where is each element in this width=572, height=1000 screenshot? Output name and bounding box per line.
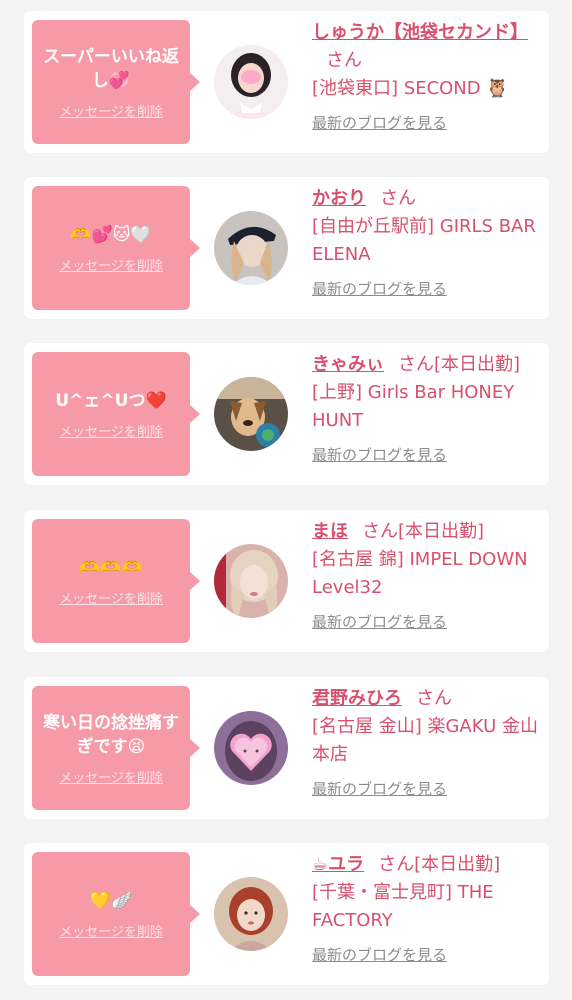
avatar-pink-icon [214,45,288,119]
shop-name: [名古屋 金山] 楽GAKU 金山本店 [312,716,538,765]
message-card: 寒い日の捻挫痛すぎです😫 メッセージを削除 君野みひろ さん [名古屋 金山] 楽… [24,677,549,819]
message-card: スーパーいいね返し💞 メッセージを削除 しゅうか【池袋セカンド】さん [池袋東口… [24,11,549,153]
honorific: さん [362,521,398,542]
latest-blog-link[interactable]: 最新のブログを見る [312,275,447,303]
message-bubble: 🫶🫶🫶 メッセージを削除 [32,519,200,643]
latest-blog-link[interactable]: 最新のブログを見る [312,941,447,969]
avatar-blonde-icon [214,544,288,618]
honorific: さん [398,354,434,375]
avatar-cap-icon [214,211,288,285]
cast-name-link[interactable]: かおり [312,188,366,209]
message-text: 🫶🫶🫶 [79,557,143,578]
honorific: さん [378,854,415,875]
honorific: さん [326,50,362,71]
delete-message-link[interactable]: メッセージを削除 [59,921,163,940]
cast-info: しゅうか【池袋セカンド】さん [池袋東口] SECOND 🦉 最新のブログを見る [312,19,539,137]
cast-info: まほ さん[本日出勤] [名古屋 錦] IMPEL DOWN Level32 最新… [312,518,539,636]
message-card: 💛🪽 メッセージを削除 ☕ユラ さん[本日出勤] [千葉・富士見町] THE FA… [24,843,549,985]
message-text: U^ェ^Uつ❤️ [55,390,167,411]
shop-name: [千葉・富士見町] THE FACTORY [312,882,494,931]
latest-blog-link[interactable]: 最新のブログを見る [312,775,447,803]
delete-message-link[interactable]: メッセージを削除 [59,255,163,274]
avatar[interactable] [214,711,288,785]
delete-message-link[interactable]: メッセージを削除 [59,767,163,786]
avatar[interactable] [214,211,288,285]
latest-blog-link[interactable]: 最新のブログを見る [312,441,447,469]
honorific: さん [416,688,452,709]
shop-name: [名古屋 錦] IMPEL DOWN Level32 [312,549,528,598]
message-card: 🫶🫶🫶 メッセージを削除 まほ さん[本日出勤] [名古屋 錦] IMPEL DO… [24,510,549,652]
message-bubble: U^ェ^Uつ❤️ メッセージを削除 [32,352,200,476]
message-list: スーパーいいね返し💞 メッセージを削除 しゅうか【池袋セカンド】さん [池袋東口… [0,0,572,1000]
cast-info: ☕ユラ さん[本日出勤] [千葉・富士見町] THE FACTORY 最新のブログ… [312,851,539,969]
message-text: 寒い日の捻挫痛すぎです😫 [43,712,179,757]
avatar-heart-icon [214,711,288,785]
work-status: [本日出勤] [434,354,521,375]
avatar[interactable] [214,45,288,119]
message-bubble: 寒い日の捻挫痛すぎです😫 メッセージを削除 [32,686,200,810]
cast-info: かおり さん [自由が丘駅前] GIRLS BAR ELENA 最新のブログを見る [312,185,539,303]
message-bubble: 💛🪽 メッセージを削除 [32,852,200,976]
message-bubble: スーパーいいね返し💞 メッセージを削除 [32,20,200,144]
message-text: スーパーいいね返し💞 [43,46,179,91]
delete-message-link[interactable]: メッセージを削除 [59,421,163,440]
work-status: [本日出勤] [398,521,485,542]
cast-name-link[interactable]: ☕ユラ [312,854,364,875]
delete-message-link[interactable]: メッセージを削除 [59,588,163,607]
avatar[interactable] [214,544,288,618]
cast-info: きゃみぃ さん[本日出勤] [上野] Girls Bar HONEY HUNT 最… [312,351,539,469]
cast-info: 君野みひろ さん [名古屋 金山] 楽GAKU 金山本店 最新のブログを見る [312,685,539,803]
message-card: U^ェ^Uつ❤️ メッセージを削除 きゃみぃ さん[本日出勤] [上野] Girl… [24,343,549,485]
cast-name-link[interactable]: しゅうか【池袋セカンド】 [312,22,528,43]
honorific: さん [380,188,416,209]
avatar-redhair-icon [214,877,288,951]
shop-name: [自由が丘駅前] GIRLS BAR ELENA [312,216,536,265]
avatar-dog-filter-icon [214,377,288,451]
message-text: 🫶💕🐱🤍 [70,224,152,245]
cast-name-link[interactable]: まほ [312,521,348,542]
delete-message-link[interactable]: メッセージを削除 [59,101,163,120]
shop-name: [池袋東口] SECOND 🦉 [312,78,509,99]
latest-blog-link[interactable]: 最新のブログを見る [312,608,447,636]
cast-name-link[interactable]: きゃみぃ [312,354,384,375]
avatar[interactable] [214,877,288,951]
latest-blog-link[interactable]: 最新のブログを見る [312,109,447,137]
message-card: 🫶💕🐱🤍 メッセージを削除 かおり さん [自由が丘駅前] GIRLS BAR E… [24,177,549,319]
work-status: [本日出勤] [414,854,501,875]
avatar[interactable] [214,377,288,451]
message-text: 💛🪽 [89,890,133,911]
message-bubble: 🫶💕🐱🤍 メッセージを削除 [32,186,200,310]
cast-name-link[interactable]: 君野みひろ [312,688,402,709]
shop-name: [上野] Girls Bar HONEY HUNT [312,382,515,431]
